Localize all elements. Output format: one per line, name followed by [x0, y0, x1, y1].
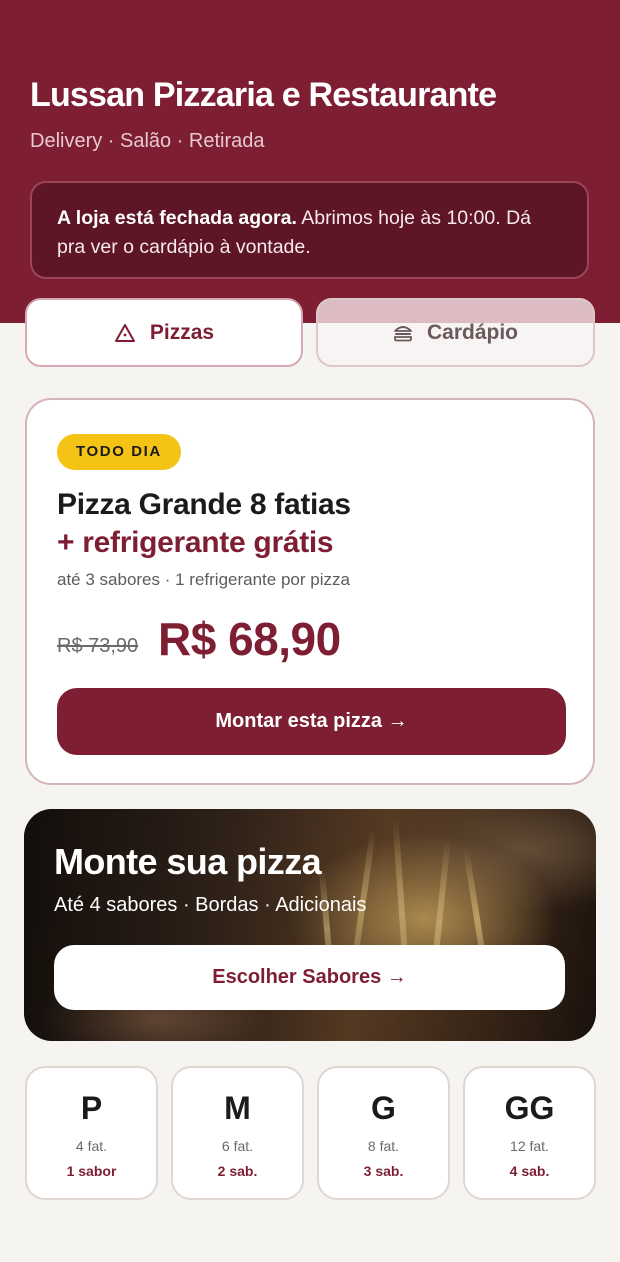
size-flavors: 4 sab.	[509, 1163, 550, 1179]
size-slices: 8 fat.	[367, 1138, 400, 1154]
store-title: Lussan Pizzaria e Restaurante	[30, 76, 497, 114]
burger-icon	[393, 324, 413, 342]
promo-card: TODO DIA Pizza Grande 8 fatias + refrige…	[25, 398, 595, 785]
tab-cardapio-label: Cardápio	[426, 320, 518, 344]
tab-cardapio[interactable]: Cardápio	[316, 298, 595, 367]
build-your-pizza-title: Monte sua pizza	[54, 841, 322, 882]
build-pizza-button[interactable]: Montar esta pizza →	[57, 688, 566, 755]
store-closed-notice: A loja está fechada agora. Abrimos hoje …	[30, 181, 589, 279]
choose-flavors-button[interactable]: Escolher Sabores →	[54, 945, 565, 1010]
promo-details: até 3 sabores · 1 refrigerante por pizza	[57, 570, 350, 589]
size-flavors: 1 sabor	[66, 1163, 117, 1179]
size-letter: M	[224, 1090, 251, 1126]
size-letter: G	[371, 1090, 396, 1126]
promo-title-highlight: + refrigerante grátis	[57, 526, 334, 559]
size-slices: 12 fat.	[510, 1138, 549, 1154]
size-letter: GG	[504, 1090, 555, 1126]
pizza-slice-icon	[114, 323, 136, 343]
store-service-modes: Delivery · Salão · Retirada	[30, 130, 265, 152]
size-option-g[interactable]: G 8 fat. 3 sab.	[317, 1066, 450, 1200]
size-flavors: 2 sab.	[217, 1163, 258, 1179]
size-letter: P	[80, 1090, 103, 1126]
promo-badge: TODO DIA	[57, 434, 181, 470]
size-option-gg[interactable]: GG 12 fat. 4 sab.	[463, 1066, 596, 1200]
size-flavors: 3 sab.	[363, 1163, 404, 1179]
build-your-pizza-subtitle: Até 4 sabores · Bordas · Adicionais	[54, 894, 367, 916]
size-option-p[interactable]: P 4 fat. 1 sabor	[25, 1066, 158, 1200]
size-slices: 6 fat.	[221, 1138, 254, 1154]
closed-notice-bold: A loja está fechada agora.	[57, 207, 297, 229]
price-old: R$ 73,90	[57, 635, 139, 657]
price-new: R$ 68,90	[158, 613, 341, 665]
build-your-pizza-card[interactable]: Monte sua pizza Até 4 sabores · Bordas ·…	[24, 809, 596, 1041]
size-slices: 4 fat.	[75, 1138, 108, 1154]
tab-pizzas[interactable]: Pizzas	[25, 298, 303, 367]
tab-pizzas-label: Pizzas	[149, 320, 215, 344]
size-option-m[interactable]: M 6 fat. 2 sab.	[171, 1066, 304, 1200]
promo-title: Pizza Grande 8 fatias	[57, 488, 351, 521]
